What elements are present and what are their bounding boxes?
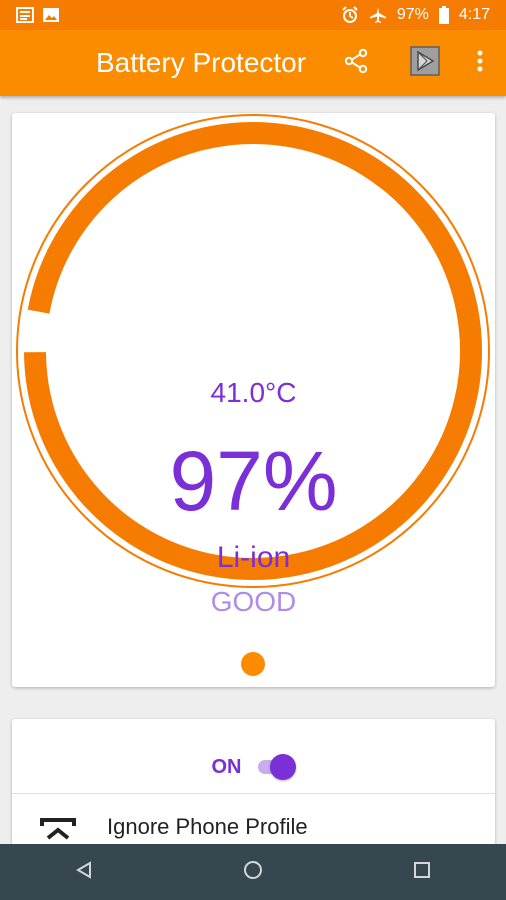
status-left	[16, 7, 60, 23]
home-icon	[243, 860, 263, 885]
more-vert-icon	[476, 49, 484, 78]
more-options-button[interactable]	[461, 44, 499, 82]
back-icon	[75, 860, 93, 884]
alarm-icon	[341, 6, 359, 24]
battery-text: 97%	[396, 6, 429, 23]
recents-icon	[413, 861, 431, 884]
protector-settings-card: ON Ignore Phone Profile	[12, 719, 495, 859]
status-time: 4:17	[458, 6, 490, 23]
temperature-text: 41.0°C	[210, 377, 297, 408]
system-nav-bar	[0, 844, 506, 900]
switch-thumb	[269, 754, 296, 780]
app-bar: Battery Protector	[0, 30, 506, 96]
play-store-icon	[409, 45, 441, 82]
news-icon	[16, 7, 34, 23]
share-icon	[342, 47, 370, 80]
toggle-label: ON	[211, 755, 242, 778]
status-right: 97% 4:17	[341, 6, 490, 24]
page-indicator-dot[interactable]	[241, 652, 265, 676]
app-title: Battery Protector	[96, 47, 307, 78]
enable-toggle-row: ON	[12, 747, 495, 787]
battery-icon	[438, 6, 449, 24]
back-button[interactable]	[54, 844, 114, 900]
home-button[interactable]	[223, 844, 283, 900]
battery-gauge-card: 41.0°C 97% Li-ion GOOD	[12, 113, 495, 687]
share-button[interactable]	[337, 44, 375, 82]
recents-button[interactable]	[392, 844, 452, 900]
battery-health: GOOD	[210, 586, 297, 617]
status-bar: 97% 4:17	[0, 0, 506, 30]
airplane-icon	[369, 6, 387, 24]
enable-switch[interactable]	[256, 754, 296, 780]
battery-technology: Li-ion	[216, 541, 291, 574]
image-icon	[42, 7, 60, 23]
battery-percentage: 97%	[169, 434, 338, 528]
ignore-phone-profile-label: Ignore Phone Profile	[107, 814, 308, 839]
play-store-button[interactable]	[406, 44, 444, 82]
